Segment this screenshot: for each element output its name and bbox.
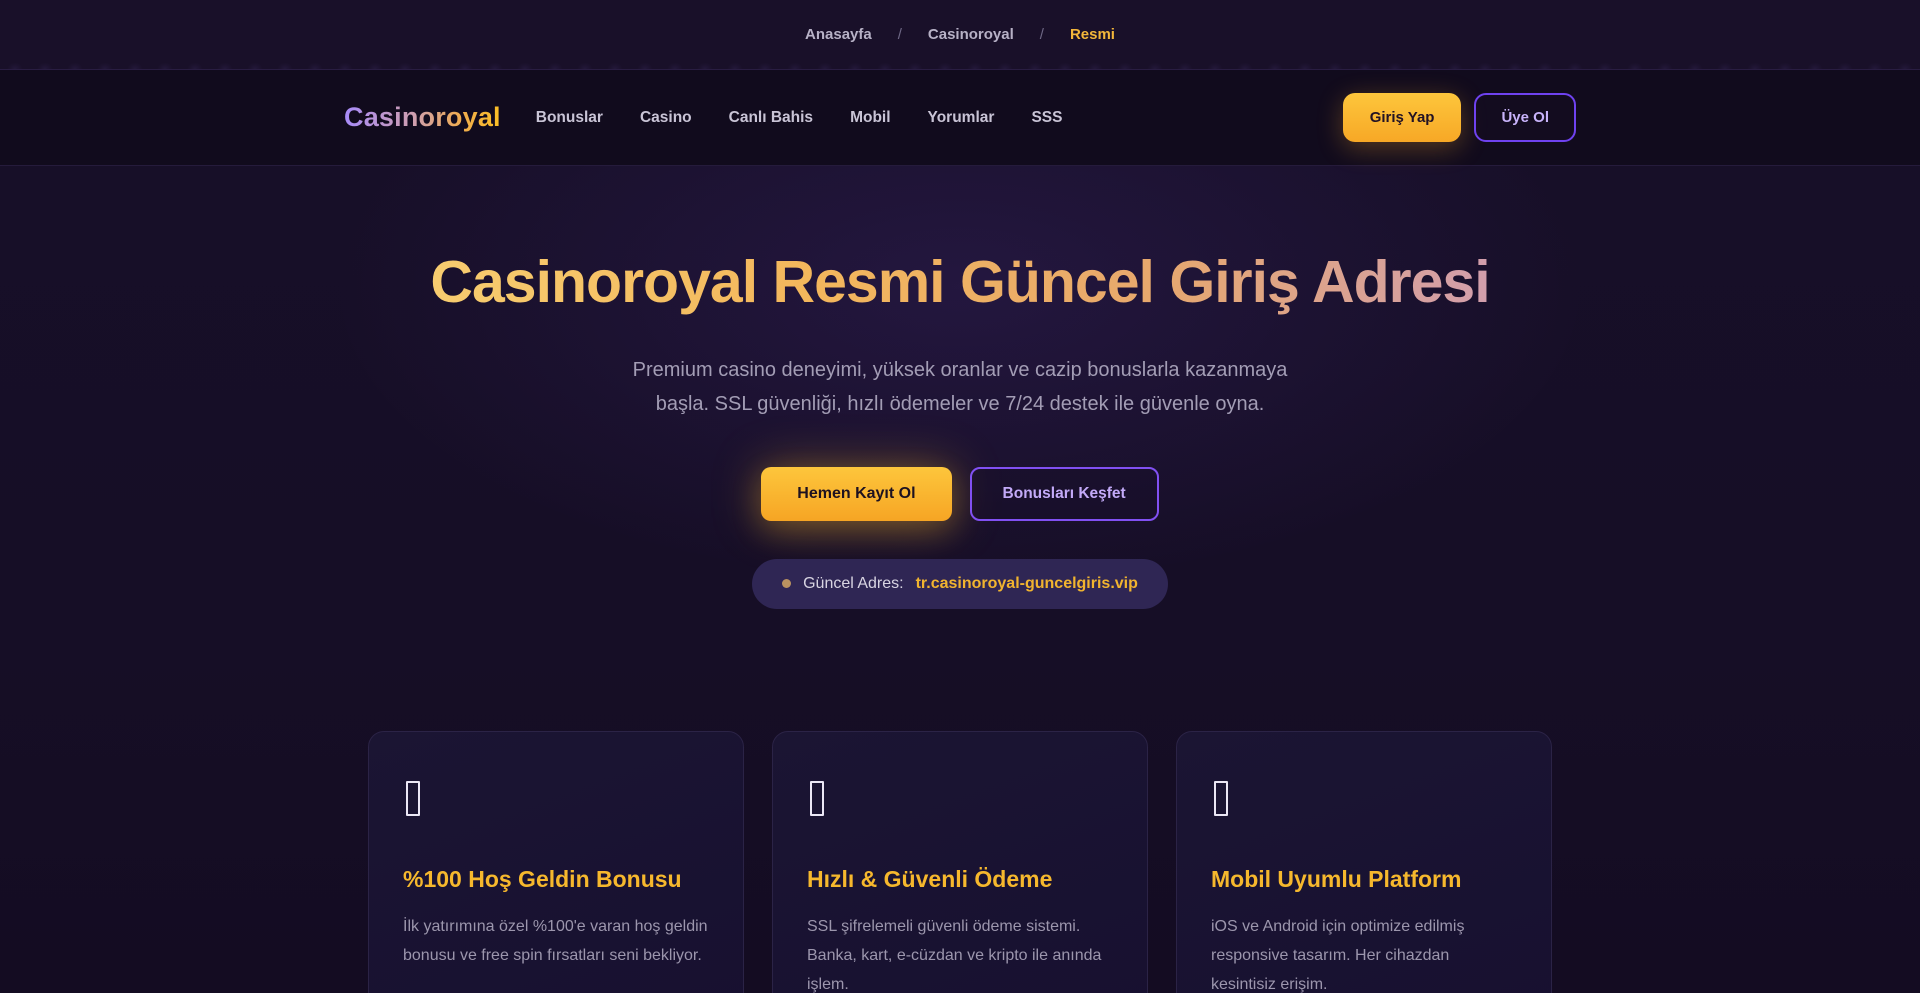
bonus-icon [406, 781, 420, 816]
login-button[interactable]: Giriş Yap [1343, 93, 1462, 142]
feature-card-secure-payment: Hızlı & Güvenli Ödeme SSL şifrelemeli gü… [772, 731, 1148, 993]
breadcrumb-current-resmi: Resmi [1070, 26, 1115, 43]
payment-icon [810, 781, 824, 816]
nav-links: Bonuslar Casino Canlı Bahis Mobil Yoruml… [536, 109, 1063, 127]
nav-link-sss[interactable]: SSS [1031, 109, 1062, 127]
nav-link-mobil[interactable]: Mobil [850, 109, 890, 127]
card-description: İlk yatırımına özel %100'e varan hoş gel… [403, 912, 709, 970]
card-title: Hızlı & Güvenli Ödeme [807, 866, 1113, 893]
cta-row: Hemen Kayıt Ol Bonusları Keşfet [0, 467, 1920, 521]
mobile-icon [1214, 781, 1228, 816]
hero-section: Casinoroyal Resmi Güncel Giriş Adresi Pr… [0, 166, 1920, 993]
breadcrumb-item-anasayfa[interactable]: Anasayfa [805, 26, 872, 43]
page-title: Casinoroyal Resmi Güncel Giriş Adresi [0, 250, 1920, 315]
status-dot-icon [782, 579, 791, 588]
hero-subtitle: Premium casino deneyimi, yüksek oranlar … [615, 353, 1305, 421]
breadcrumb-separator: / [1040, 26, 1044, 43]
signup-button[interactable]: Üye Ol [1474, 93, 1576, 142]
nav-link-yorumlar[interactable]: Yorumlar [928, 109, 995, 127]
nav-link-bonuslar[interactable]: Bonuslar [536, 109, 603, 127]
feature-card-welcome-bonus: %100 Hoş Geldin Bonusu İlk yatırımına öz… [368, 731, 744, 993]
explore-bonuses-button[interactable]: Bonusları Keşfet [970, 467, 1159, 521]
current-address-pill: Güncel Adres: tr.casinoroyal-guncelgiris… [752, 559, 1168, 609]
card-title: Mobil Uyumlu Platform [1211, 866, 1517, 893]
feature-card-mobile-platform: Mobil Uyumlu Platform iOS ve Android içi… [1176, 731, 1552, 993]
breadcrumb-bar: Anasayfa / Casinoroyal / Resmi [0, 0, 1920, 70]
nav-actions: Giriş Yap Üye Ol [1343, 93, 1576, 142]
address-label: Güncel Adres: [803, 575, 904, 593]
current-address-link[interactable]: tr.casinoroyal-guncelgiris.vip [916, 575, 1138, 593]
card-title: %100 Hoş Geldin Bonusu [403, 866, 709, 893]
card-description: iOS ve Android için optimize edilmiş res… [1211, 912, 1517, 993]
nav-link-canli-bahis[interactable]: Canlı Bahis [729, 109, 813, 127]
breadcrumb-item-casinoroyal[interactable]: Casinoroyal [928, 26, 1014, 43]
main-nav: Casinoroyal Bonuslar Casino Canlı Bahis … [0, 70, 1920, 166]
breadcrumb-separator: / [898, 26, 902, 43]
breadcrumb: Anasayfa / Casinoroyal / Resmi [805, 26, 1115, 43]
site-logo[interactable]: Casinoroyal [344, 102, 501, 133]
card-description: SSL şifrelemeli güvenli ödeme sistemi. B… [807, 912, 1113, 993]
feature-cards: %100 Hoş Geldin Bonusu İlk yatırımına öz… [368, 731, 1552, 993]
nav-link-casino[interactable]: Casino [640, 109, 692, 127]
register-now-button[interactable]: Hemen Kayıt Ol [761, 467, 951, 521]
